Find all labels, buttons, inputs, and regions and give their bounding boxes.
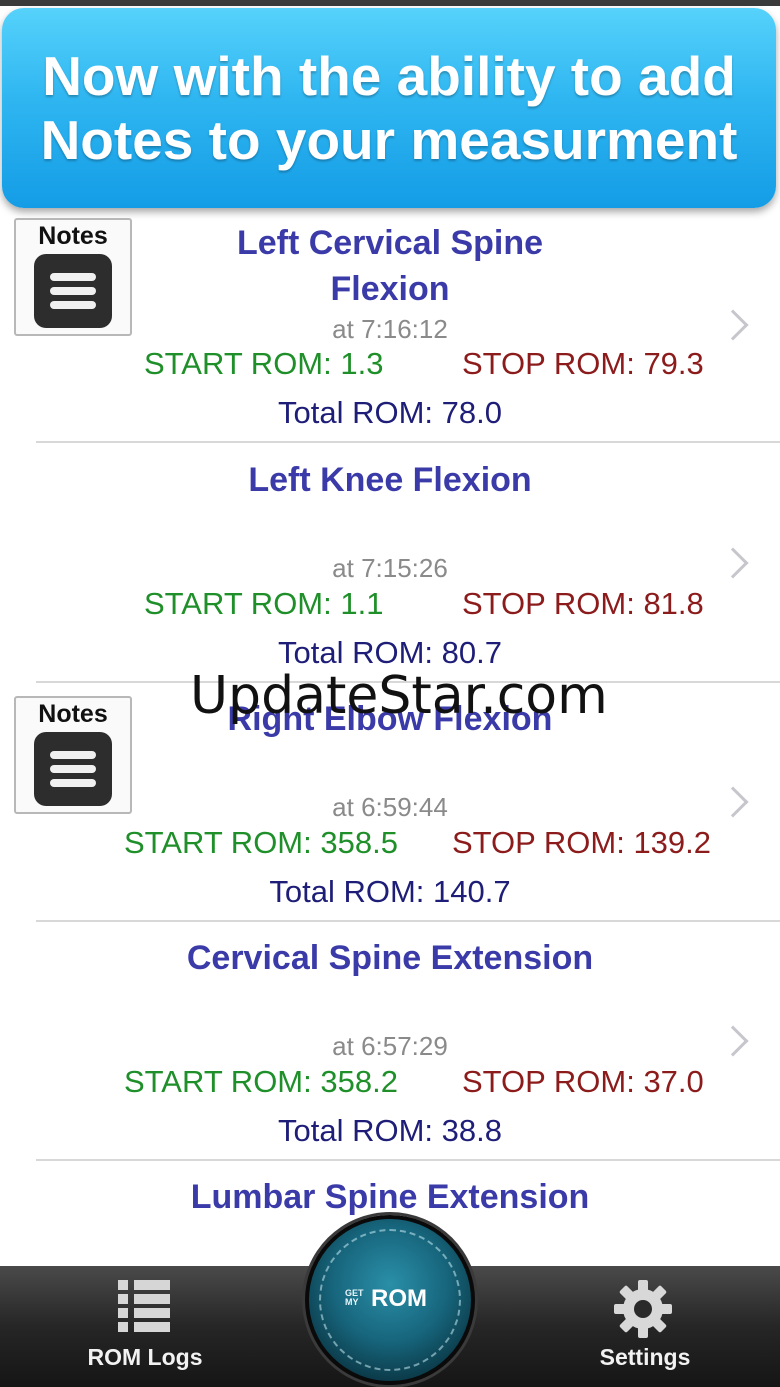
entry-time: at 6:57:29 [332, 1031, 448, 1061]
logo-small-text: GET MY [345, 1288, 364, 1307]
log-entry[interactable]: Cervical Spine Extension at 6:57:29 STAR… [0, 921, 780, 1161]
entry-title: Lumbar Spine Extension [190, 1178, 590, 1216]
start-rom: START ROM: 1.1 [144, 586, 384, 621]
promo-banner: Now with the ability to add Notes to you… [2, 8, 776, 208]
gear-icon [614, 1280, 672, 1338]
start-rom: START ROM: 1.3 [144, 346, 384, 381]
entry-title: Left Knee Flexion [248, 461, 532, 499]
entry-time: at 6:59:44 [332, 792, 448, 822]
stop-rom: STOP ROM: 37.0 [462, 1064, 704, 1099]
total-rom: Total ROM: 140.7 [269, 874, 511, 909]
entry-title: Left Cervical Spine [236, 224, 544, 262]
list-icon [118, 1278, 170, 1332]
stop-rom: STOP ROM: 81.8 [462, 586, 704, 621]
start-rom: START ROM: 358.5 [124, 825, 398, 860]
log-entry[interactable]: Left Knee Flexion at 7:15:26 START ROM: … [0, 443, 780, 683]
total-rom: Total ROM: 38.8 [278, 1113, 502, 1148]
top-edge [0, 0, 780, 6]
stop-rom: STOP ROM: 79.3 [462, 346, 704, 381]
rom-logs-label: ROM Logs [87, 1344, 203, 1370]
total-rom: Total ROM: 78.0 [278, 395, 502, 430]
settings-label: Settings [599, 1344, 691, 1370]
stop-rom: STOP ROM: 139.2 [452, 825, 712, 860]
entry-title-line-2: Flexion [330, 270, 450, 308]
log-entry[interactable]: Notes Left Cervical Spine Flexion at 7:1… [0, 210, 780, 444]
watermark: UpdateStar.com [190, 666, 608, 726]
tab-rom-logs[interactable]: ROM Logs [0, 1266, 290, 1387]
start-rom: START ROM: 358.2 [124, 1064, 398, 1099]
get-my-rom-button[interactable]: GET MY ROM [305, 1215, 475, 1385]
entry-time: at 7:15:26 [332, 553, 448, 583]
entry-time: at 7:16:12 [332, 314, 448, 344]
entry-title: Cervical Spine Extension [186, 939, 594, 977]
banner-line-2: Notes to your measurment [40, 109, 738, 171]
logo-main-text: ROM [371, 1285, 427, 1312]
banner-line-1: Now with the ability to add [42, 45, 736, 107]
